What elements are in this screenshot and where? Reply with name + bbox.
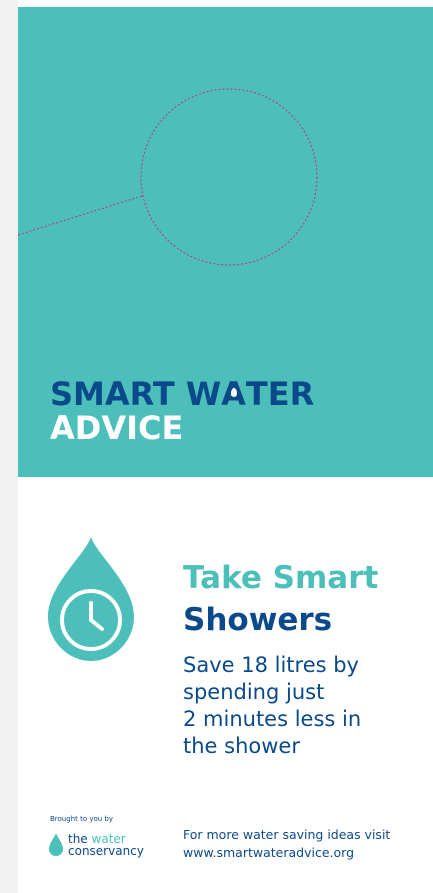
hero-panel: SMART WATER ADVICE: [18, 7, 433, 477]
water-drop-icon: [49, 833, 63, 856]
sponsor-drop-shape: [49, 833, 63, 856]
logo-line-1: SMART WATER: [50, 377, 314, 411]
top-margin: [18, 0, 433, 7]
footer-cta: For more water saving ideas visit www.sm…: [183, 826, 390, 862]
tip-body: Save 18 litres by spending just 2 minute…: [183, 652, 423, 760]
footer-website-link[interactable]: www.smartwateradvice.org: [183, 844, 390, 862]
logo-text-smart-w: SMART W: [50, 375, 222, 413]
footer-line-1: For more water saving ideas visit: [183, 827, 391, 842]
sponsor-name: the water conservancy: [68, 833, 144, 857]
logo-line-2: ADVICE: [50, 409, 184, 447]
logo-letter-a: A: [221, 377, 246, 411]
smart-water-advice-logo: SMART WATER ADVICE: [50, 377, 314, 445]
tip-body-line: spending just: [183, 680, 325, 704]
tip-body-line: Save 18 litres by: [183, 653, 359, 677]
sponsor-name-conservancy: conservancy: [68, 844, 144, 858]
water-conservancy-logo: the water conservancy: [48, 833, 144, 861]
placeholder-circle: [140, 88, 318, 266]
tip-heading-line-1: Take Smart: [183, 560, 379, 596]
brought-to-you-by-label: Brought to you by: [50, 815, 114, 823]
tip-heading-line-2: Showers: [183, 602, 333, 638]
logo-drop-icon: [230, 388, 237, 397]
drop-shape: [48, 537, 134, 661]
tip-body-line: 2 minutes less in: [183, 707, 362, 731]
placeholder-leader-line: [18, 195, 143, 236]
logo-text-ter: TER: [245, 375, 315, 413]
tip-body-line: the shower: [183, 734, 300, 758]
page-edge-strip: [0, 0, 18, 893]
water-drop-clock-icon: [48, 537, 134, 661]
